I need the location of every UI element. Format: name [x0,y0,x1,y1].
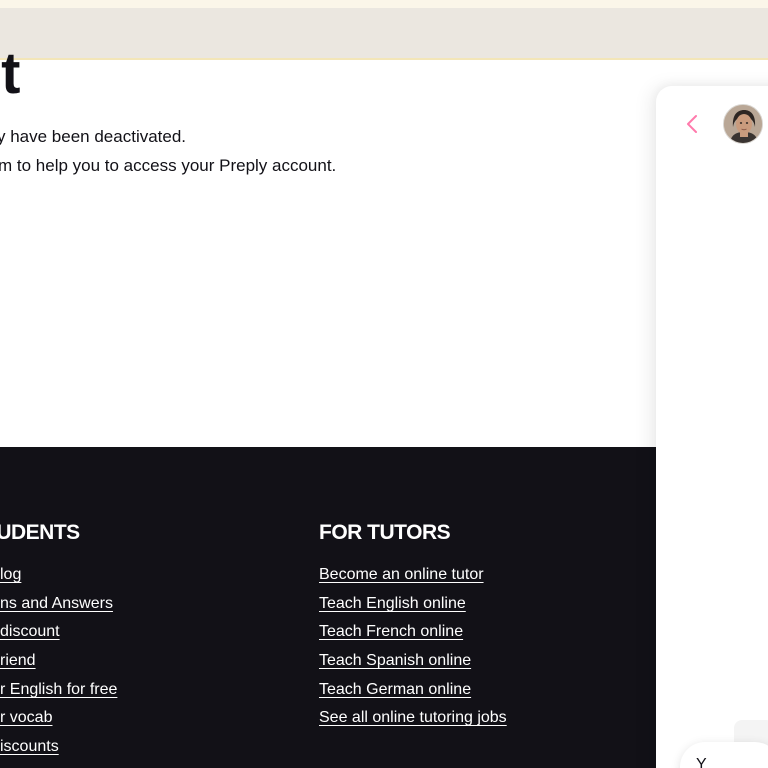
footer-link-refer-friend[interactable]: riend [0,651,36,671]
help-message: m to help you to access your Preply acco… [0,156,337,175]
footer-link-english-free[interactable]: r English for free [0,680,117,700]
footer-link-vocab[interactable]: r vocab [0,708,52,728]
footer-link-questions-answers[interactable]: ns and Answers [0,594,113,614]
chat-bubble[interactable] [680,742,768,768]
top-strip [0,0,768,8]
footer-link-become-tutor[interactable]: Become an online tutor [319,565,484,585]
top-banner [0,8,768,60]
footer-link-discount[interactable]: discount [0,622,60,642]
footer-link-discounts[interactable]: iscounts [0,737,59,757]
footer-link-all-jobs[interactable]: See all online tutoring jobs [319,708,507,728]
footer-link-teach-english[interactable]: Teach English online [319,594,466,614]
footer-link-teach-german[interactable]: Teach German online [319,680,471,700]
footer-link-blog[interactable]: log [0,565,21,585]
footer-students-title: TUDENTS [0,521,80,544]
chat-panel [656,86,768,768]
footer-link-teach-french[interactable]: Teach French online [319,622,463,642]
chat-bubble-text: Y [696,756,707,768]
footer-link-teach-spanish[interactable]: Teach Spanish online [319,651,471,671]
footer-tutors-title: FOR TUTORS [319,521,451,544]
chevron-left-icon[interactable] [682,112,704,136]
tutor-avatar[interactable] [723,104,763,144]
page-title: it [0,41,20,106]
deactivated-message: y have been deactivated. [0,127,187,146]
